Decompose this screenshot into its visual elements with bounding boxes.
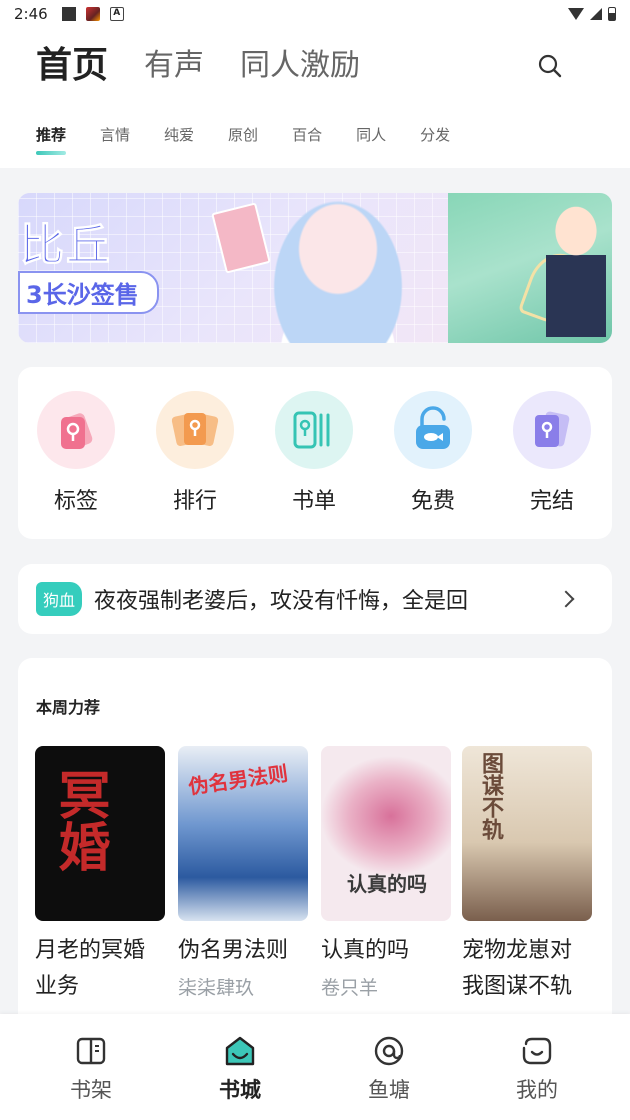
tab-home[interactable]: 首页 — [36, 42, 108, 90]
quick-entry-ranking[interactable]: 排行 — [155, 391, 235, 515]
book-author: 柒柒肆玖 — [178, 977, 255, 999]
banner-slide-event[interactable]: 比丘 3长沙签售 — [18, 193, 448, 343]
weekly-picks-section: 本周力荐 冥婚 月老的冥婚 业务 伪名男法则 伪名男法则 柒柒肆玖 认真的吗 认… — [18, 658, 612, 1038]
tab-original[interactable]: 原创 — [228, 124, 258, 155]
wifi-icon — [568, 8, 584, 20]
nav-label: 我的 — [516, 1078, 558, 1102]
nav-fishpond[interactable]: 鱼塘 — [344, 1034, 434, 1104]
quick-entry-label: 完结 — [529, 489, 574, 514]
nav-bookshelf[interactable]: 书架 — [46, 1034, 136, 1104]
chevron-right-icon — [557, 590, 575, 608]
quick-entry-label: 书单 — [291, 489, 336, 514]
book-title: 伪名男法则 — [178, 938, 289, 963]
quick-entry-booklist[interactable]: 书单 — [274, 391, 354, 515]
a-notification-icon: A — [109, 7, 124, 21]
cover-title: 伪名男法则 — [187, 761, 290, 799]
nav-bookstore[interactable]: 书城 — [195, 1034, 285, 1104]
tab-distribution[interactable]: 分发 — [420, 124, 450, 155]
book-cover[interactable]: 冥婚 — [35, 746, 165, 921]
main-tabs: 首页 有声 同人激励 — [36, 42, 396, 90]
tab-fan-incentive[interactable]: 同人激励 — [240, 42, 360, 90]
status-time: 2:46 — [14, 5, 48, 23]
book-card[interactable]: 图谋不轨 宠物龙崽对 我图谋不轨 — [462, 746, 592, 1005]
book-author: 卷只羊 — [321, 977, 379, 999]
tab-gl[interactable]: 百合 — [292, 124, 322, 155]
book-title: 宠物龙崽对 — [462, 938, 573, 963]
book-cover[interactable]: 图谋不轨 — [462, 746, 592, 921]
tab-bl[interactable]: 纯爱 — [164, 124, 194, 155]
nav-label: 书架 — [70, 1078, 112, 1102]
quick-entry-label: 排行 — [172, 489, 217, 514]
tab-recommend[interactable]: 推荐 — [36, 124, 67, 155]
banner-carousel[interactable]: 比丘 3长沙签售 — [18, 193, 612, 343]
fishpond-icon — [374, 1036, 404, 1066]
cover-title: 冥婚 — [49, 768, 110, 872]
book-title: 月老的冥婚 — [35, 938, 146, 963]
battery-icon — [608, 7, 616, 21]
nav-label: 鱼塘 — [368, 1078, 410, 1102]
quick-entry-finished[interactable]: 完结 — [512, 391, 592, 515]
book-title-line2: 我图谋不轨 — [462, 974, 573, 999]
ranking-cards-icon — [156, 391, 234, 469]
square-notification-icon — [61, 7, 76, 21]
cover-title: 认真的吗 — [347, 872, 427, 896]
book-title: 认真的吗 — [321, 938, 410, 963]
cover-title: 图谋不轨 — [478, 752, 504, 840]
quick-entries-card: 标签 排行 书单 免费 完结 — [18, 367, 612, 539]
book-cover[interactable]: 认真的吗 — [321, 746, 451, 921]
profile-icon — [522, 1037, 552, 1065]
nav-label: 书城 — [219, 1078, 261, 1102]
app-notification-icon — [85, 7, 100, 21]
bottom-navigation: 书架 书城 鱼塘 我的 — [0, 1014, 630, 1120]
banner-character-illustration — [546, 197, 606, 337]
book-title-line2: 业务 — [35, 974, 80, 999]
banner-subtitle: 3长沙签售 — [18, 271, 159, 314]
signal-icon — [590, 8, 602, 20]
section-title: 本周力荐 — [36, 698, 101, 717]
bookstore-icon — [225, 1036, 255, 1066]
genre-badge: 狗血 — [36, 582, 83, 616]
book-cover[interactable]: 伪名男法则 — [178, 746, 308, 921]
quick-entry-free[interactable]: 免费 — [393, 391, 473, 515]
quick-entry-tags[interactable]: 标签 — [36, 391, 116, 515]
promo-recommendation[interactable]: 狗血 夜夜强制老婆后，攻没有忏悔，全是回 — [18, 564, 612, 634]
finished-cards-icon — [513, 391, 591, 469]
quick-entry-label: 标签 — [53, 489, 98, 514]
book-card[interactable]: 冥婚 月老的冥婚 业务 — [35, 746, 165, 1005]
bookshelf-icon — [76, 1037, 106, 1065]
nav-profile[interactable]: 我的 — [492, 1034, 582, 1104]
tab-audio[interactable]: 有声 — [144, 42, 204, 90]
tab-fanfic[interactable]: 同人 — [356, 124, 386, 155]
promo-text: 夜夜强制老婆后，攻没有忏悔，全是回 — [94, 589, 469, 614]
search-icon[interactable] — [536, 52, 564, 80]
book-card[interactable]: 伪名男法则 伪名男法则 柒柒肆玖 — [178, 746, 308, 1000]
tag-icon — [37, 391, 115, 469]
book-card[interactable]: 认真的吗 认真的吗 卷只羊 — [321, 746, 451, 1000]
header: 首页 有声 同人激励 推荐 言情 纯爱 原创 百合 同人 分发 — [0, 28, 630, 168]
banner-title: 比丘 — [20, 220, 112, 272]
status-bar: 2:46 A — [0, 0, 630, 28]
banner-slide-next[interactable] — [448, 193, 612, 343]
quick-entry-label: 免费 — [410, 489, 455, 514]
unlock-icon — [394, 391, 472, 469]
tab-romance[interactable]: 言情 — [100, 124, 130, 155]
booklist-icon — [275, 391, 353, 469]
category-tabs: 推荐 言情 纯爱 原创 百合 同人 分发 — [36, 124, 484, 155]
